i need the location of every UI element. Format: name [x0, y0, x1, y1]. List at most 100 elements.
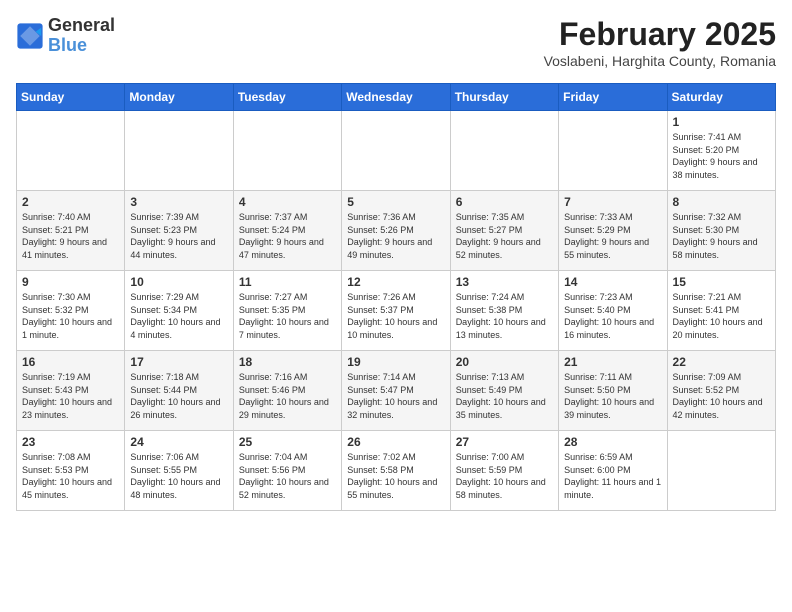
- day-info: Sunrise: 7:33 AM Sunset: 5:29 PM Dayligh…: [564, 211, 661, 261]
- day-cell: 26Sunrise: 7:02 AM Sunset: 5:58 PM Dayli…: [342, 431, 450, 511]
- week-row-3: 16 Sunrise: 7:19 AM Sunset: 5:43 PM Dayli…: [17, 351, 776, 431]
- logo-line2: Blue: [48, 36, 115, 56]
- day-info: Sunrise: 7:41 AM Sunset: 5:20 PM Dayligh…: [673, 131, 770, 181]
- day-number: 27: [456, 435, 553, 449]
- logo: General Blue: [16, 16, 115, 56]
- day-info: Sunrise: 7:19 AM Sunset: 5:43 PM Dayligh…: [22, 371, 119, 421]
- day-info: Sunrise: 7:30 AM Sunset: 5:32 PM Dayligh…: [22, 291, 119, 341]
- day-info: Sunrise: 7:36 AM Sunset: 5:26 PM Dayligh…: [347, 211, 444, 261]
- header-monday: Monday: [125, 84, 233, 111]
- day-info: Sunrise: 6:59 AM Sunset: 6:00 PM Dayligh…: [564, 451, 661, 501]
- day-info: Sunrise: 7:08 AM Sunset: 5:53 PM Dayligh…: [22, 451, 119, 501]
- day-cell: 8Sunrise: 7:32 AM Sunset: 5:30 PM Daylig…: [667, 191, 775, 271]
- day-info: Sunrise: 7:27 AM Sunset: 5:35 PM Dayligh…: [239, 291, 336, 341]
- day-number: 9: [22, 275, 119, 289]
- day-number: 12: [347, 275, 444, 289]
- day-number: 4: [239, 195, 336, 209]
- week-row-4: 23Sunrise: 7:08 AM Sunset: 5:53 PM Dayli…: [17, 431, 776, 511]
- day-info: Sunrise: 7:04 AM Sunset: 5:56 PM Dayligh…: [239, 451, 336, 501]
- header-friday: Friday: [559, 84, 667, 111]
- day-number: 6: [456, 195, 553, 209]
- week-row-2: 9 Sunrise: 7:30 AM Sunset: 5:32 PM Daylig…: [17, 271, 776, 351]
- day-number: 28: [564, 435, 661, 449]
- day-cell: 25 Sunrise: 7:04 AM Sunset: 5:56 PM Dayli…: [233, 431, 341, 511]
- day-info: Sunrise: 7:23 AM Sunset: 5:40 PM Dayligh…: [564, 291, 661, 341]
- day-cell: [450, 111, 558, 191]
- day-cell: [125, 111, 233, 191]
- day-info: Sunrise: 7:24 AM Sunset: 5:38 PM Dayligh…: [456, 291, 553, 341]
- day-cell: 24 Sunrise: 7:06 AM Sunset: 5:55 PM Dayli…: [125, 431, 233, 511]
- day-cell: 22Sunrise: 7:09 AM Sunset: 5:52 PM Dayli…: [667, 351, 775, 431]
- day-cell: [667, 431, 775, 511]
- day-cell: 3 Sunrise: 7:39 AM Sunset: 5:23 PM Daylig…: [125, 191, 233, 271]
- day-info: Sunrise: 7:16 AM Sunset: 5:46 PM Dayligh…: [239, 371, 336, 421]
- day-number: 11: [239, 275, 336, 289]
- day-number: 21: [564, 355, 661, 369]
- day-info: Sunrise: 7:29 AM Sunset: 5:34 PM Dayligh…: [130, 291, 227, 341]
- day-cell: 9 Sunrise: 7:30 AM Sunset: 5:32 PM Daylig…: [17, 271, 125, 351]
- day-info: Sunrise: 7:00 AM Sunset: 5:59 PM Dayligh…: [456, 451, 553, 501]
- day-number: 17: [130, 355, 227, 369]
- day-cell: [17, 111, 125, 191]
- day-info: Sunrise: 7:13 AM Sunset: 5:49 PM Dayligh…: [456, 371, 553, 421]
- day-number: 24: [130, 435, 227, 449]
- day-info: Sunrise: 7:26 AM Sunset: 5:37 PM Dayligh…: [347, 291, 444, 341]
- day-number: 1: [673, 115, 770, 129]
- header-thursday: Thursday: [450, 84, 558, 111]
- title-section: February 2025 Voslabeni, Harghita County…: [544, 16, 776, 69]
- day-cell: [342, 111, 450, 191]
- day-info: Sunrise: 7:09 AM Sunset: 5:52 PM Dayligh…: [673, 371, 770, 421]
- day-cell: 27 Sunrise: 7:00 AM Sunset: 5:59 PM Dayli…: [450, 431, 558, 511]
- day-cell: 5 Sunrise: 7:36 AM Sunset: 5:26 PM Daylig…: [342, 191, 450, 271]
- day-cell: 1 Sunrise: 7:41 AM Sunset: 5:20 PM Daylig…: [667, 111, 775, 191]
- day-cell: 19Sunrise: 7:14 AM Sunset: 5:47 PM Dayli…: [342, 351, 450, 431]
- day-info: Sunrise: 7:32 AM Sunset: 5:30 PM Dayligh…: [673, 211, 770, 261]
- day-cell: 28 Sunrise: 6:59 AM Sunset: 6:00 PM Dayli…: [559, 431, 667, 511]
- day-cell: 15 Sunrise: 7:21 AM Sunset: 5:41 PM Dayli…: [667, 271, 775, 351]
- day-number: 3: [130, 195, 227, 209]
- day-cell: 17 Sunrise: 7:18 AM Sunset: 5:44 PM Dayli…: [125, 351, 233, 431]
- day-info: Sunrise: 7:39 AM Sunset: 5:23 PM Dayligh…: [130, 211, 227, 261]
- day-number: 7: [564, 195, 661, 209]
- day-number: 16: [22, 355, 119, 369]
- day-info: Sunrise: 7:06 AM Sunset: 5:55 PM Dayligh…: [130, 451, 227, 501]
- month-year: February 2025: [544, 16, 776, 53]
- day-info: Sunrise: 7:35 AM Sunset: 5:27 PM Dayligh…: [456, 211, 553, 261]
- day-cell: 20Sunrise: 7:13 AM Sunset: 5:49 PM Dayli…: [450, 351, 558, 431]
- day-info: Sunrise: 7:18 AM Sunset: 5:44 PM Dayligh…: [130, 371, 227, 421]
- day-info: Sunrise: 7:11 AM Sunset: 5:50 PM Dayligh…: [564, 371, 661, 421]
- general-blue-logo-icon: [16, 22, 44, 50]
- day-cell: [559, 111, 667, 191]
- day-cell: 18 Sunrise: 7:16 AM Sunset: 5:46 PM Dayli…: [233, 351, 341, 431]
- day-number: 13: [456, 275, 553, 289]
- day-cell: 16 Sunrise: 7:19 AM Sunset: 5:43 PM Dayli…: [17, 351, 125, 431]
- day-info: Sunrise: 7:21 AM Sunset: 5:41 PM Dayligh…: [673, 291, 770, 341]
- day-number: 5: [347, 195, 444, 209]
- logo-line1: General: [48, 16, 115, 36]
- day-cell: 10 Sunrise: 7:29 AM Sunset: 5:34 PM Dayli…: [125, 271, 233, 351]
- day-number: 15: [673, 275, 770, 289]
- day-cell: 23Sunrise: 7:08 AM Sunset: 5:53 PM Dayli…: [17, 431, 125, 511]
- week-row-1: 2Sunrise: 7:40 AM Sunset: 5:21 PM Daylig…: [17, 191, 776, 271]
- week-row-0: 1 Sunrise: 7:41 AM Sunset: 5:20 PM Daylig…: [17, 111, 776, 191]
- day-cell: 6 Sunrise: 7:35 AM Sunset: 5:27 PM Daylig…: [450, 191, 558, 271]
- day-number: 18: [239, 355, 336, 369]
- day-cell: 11 Sunrise: 7:27 AM Sunset: 5:35 PM Dayli…: [233, 271, 341, 351]
- day-cell: [233, 111, 341, 191]
- day-number: 10: [130, 275, 227, 289]
- day-info: Sunrise: 7:40 AM Sunset: 5:21 PM Dayligh…: [22, 211, 119, 261]
- day-cell: 4 Sunrise: 7:37 AM Sunset: 5:24 PM Daylig…: [233, 191, 341, 271]
- day-number: 26: [347, 435, 444, 449]
- day-info: Sunrise: 7:14 AM Sunset: 5:47 PM Dayligh…: [347, 371, 444, 421]
- day-number: 14: [564, 275, 661, 289]
- header-wednesday: Wednesday: [342, 84, 450, 111]
- day-number: 25: [239, 435, 336, 449]
- location: Voslabeni, Harghita County, Romania: [544, 53, 776, 69]
- day-cell: 14 Sunrise: 7:23 AM Sunset: 5:40 PM Dayli…: [559, 271, 667, 351]
- day-cell: 21 Sunrise: 7:11 AM Sunset: 5:50 PM Dayli…: [559, 351, 667, 431]
- calendar-header-row: SundayMondayTuesdayWednesdayThursdayFrid…: [17, 84, 776, 111]
- calendar-body: 1 Sunrise: 7:41 AM Sunset: 5:20 PM Daylig…: [17, 111, 776, 511]
- day-info: Sunrise: 7:37 AM Sunset: 5:24 PM Dayligh…: [239, 211, 336, 261]
- day-cell: 12 Sunrise: 7:26 AM Sunset: 5:37 PM Dayli…: [342, 271, 450, 351]
- day-cell: 2Sunrise: 7:40 AM Sunset: 5:21 PM Daylig…: [17, 191, 125, 271]
